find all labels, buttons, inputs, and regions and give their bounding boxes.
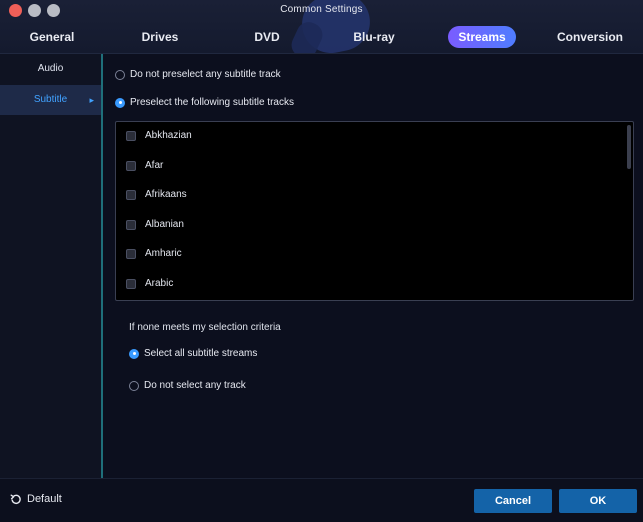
- checkbox[interactable]: [126, 278, 136, 289]
- language-item-afrikaans[interactable]: Afrikaans: [126, 189, 187, 200]
- language-label: Amharic: [145, 248, 182, 259]
- language-label: Abkhazian: [145, 130, 192, 141]
- cancel-button[interactable]: Cancel: [474, 489, 552, 513]
- language-item-abkhazian[interactable]: Abkhazian: [126, 130, 192, 141]
- checkbox[interactable]: [126, 248, 136, 259]
- radio-label: Do not preselect any subtitle track: [130, 69, 281, 80]
- sidebar: Audio Subtitle ▸: [0, 54, 103, 478]
- tab-bar: General Drives DVD Blu-ray Streams Conve…: [0, 26, 643, 48]
- default-button[interactable]: Default: [10, 493, 62, 505]
- radio-label: Preselect the following subtitle tracks: [130, 97, 294, 108]
- language-label: Afrikaans: [145, 189, 187, 200]
- radio-select-all-streams[interactable]: Select all subtitle streams: [129, 348, 257, 359]
- checkbox[interactable]: [126, 160, 136, 171]
- language-item-amharic[interactable]: Amharic: [126, 248, 182, 259]
- ok-button[interactable]: OK: [559, 489, 637, 513]
- sidebar-item-label: Subtitle: [33, 94, 68, 105]
- sidebar-item-label: Audio: [37, 63, 64, 74]
- tab-general[interactable]: General: [14, 26, 90, 48]
- language-label: Arabic: [145, 278, 174, 289]
- reset-icon: [10, 494, 21, 505]
- sidebar-item-subtitle[interactable]: Subtitle ▸: [0, 85, 101, 115]
- fallback-heading: If none meets my selection criteria: [129, 322, 281, 333]
- radio-label: Select all subtitle streams: [144, 348, 258, 359]
- checkbox[interactable]: [126, 130, 136, 141]
- tab-drives[interactable]: Drives: [122, 26, 198, 48]
- language-item-albanian[interactable]: Albanian: [126, 219, 184, 230]
- radio-label: Do not select any track: [144, 380, 246, 391]
- tab-dvd[interactable]: DVD: [229, 26, 305, 48]
- tab-streams[interactable]: Streams: [448, 26, 516, 48]
- radio-button[interactable]: [129, 380, 139, 391]
- list-scrollbar[interactable]: [627, 125, 631, 169]
- sidebar-item-audio[interactable]: Audio: [0, 54, 101, 84]
- language-item-arabic[interactable]: Arabic: [126, 278, 173, 289]
- subtitle-settings-panel: Do not preselect any subtitle track Pres…: [105, 54, 643, 478]
- language-label: Albanian: [145, 219, 184, 230]
- window-title: Common Settings: [280, 4, 363, 15]
- settings-window: Common Settings General Drives DVD Blu-r…: [0, 0, 643, 522]
- language-item-afar[interactable]: Afar: [126, 160, 163, 171]
- checkbox[interactable]: [126, 219, 136, 230]
- radio-button-selected[interactable]: [115, 97, 125, 108]
- radio-button-selected[interactable]: [129, 348, 139, 359]
- radio-no-preselect[interactable]: Do not preselect any subtitle track: [115, 69, 281, 80]
- radio-preselect-following[interactable]: Preselect the following subtitle tracks: [115, 97, 294, 108]
- default-label: Default: [27, 493, 62, 505]
- tab-blu-ray[interactable]: Blu-ray: [336, 26, 412, 48]
- subtitle-language-list[interactable]: Abkhazian Afar Afrikaans Albanian Amhari…: [115, 121, 634, 301]
- language-label: Afar: [145, 160, 164, 171]
- tab-conversion[interactable]: Conversion: [547, 26, 633, 48]
- chevron-right-icon: ▸: [89, 95, 94, 105]
- radio-select-no-track[interactable]: Do not select any track: [129, 380, 246, 391]
- radio-button[interactable]: [115, 69, 125, 80]
- checkbox[interactable]: [126, 189, 136, 200]
- footer-bar: Default Cancel OK: [0, 478, 643, 522]
- title-bar: Common Settings General Drives DVD Blu-r…: [0, 0, 643, 54]
